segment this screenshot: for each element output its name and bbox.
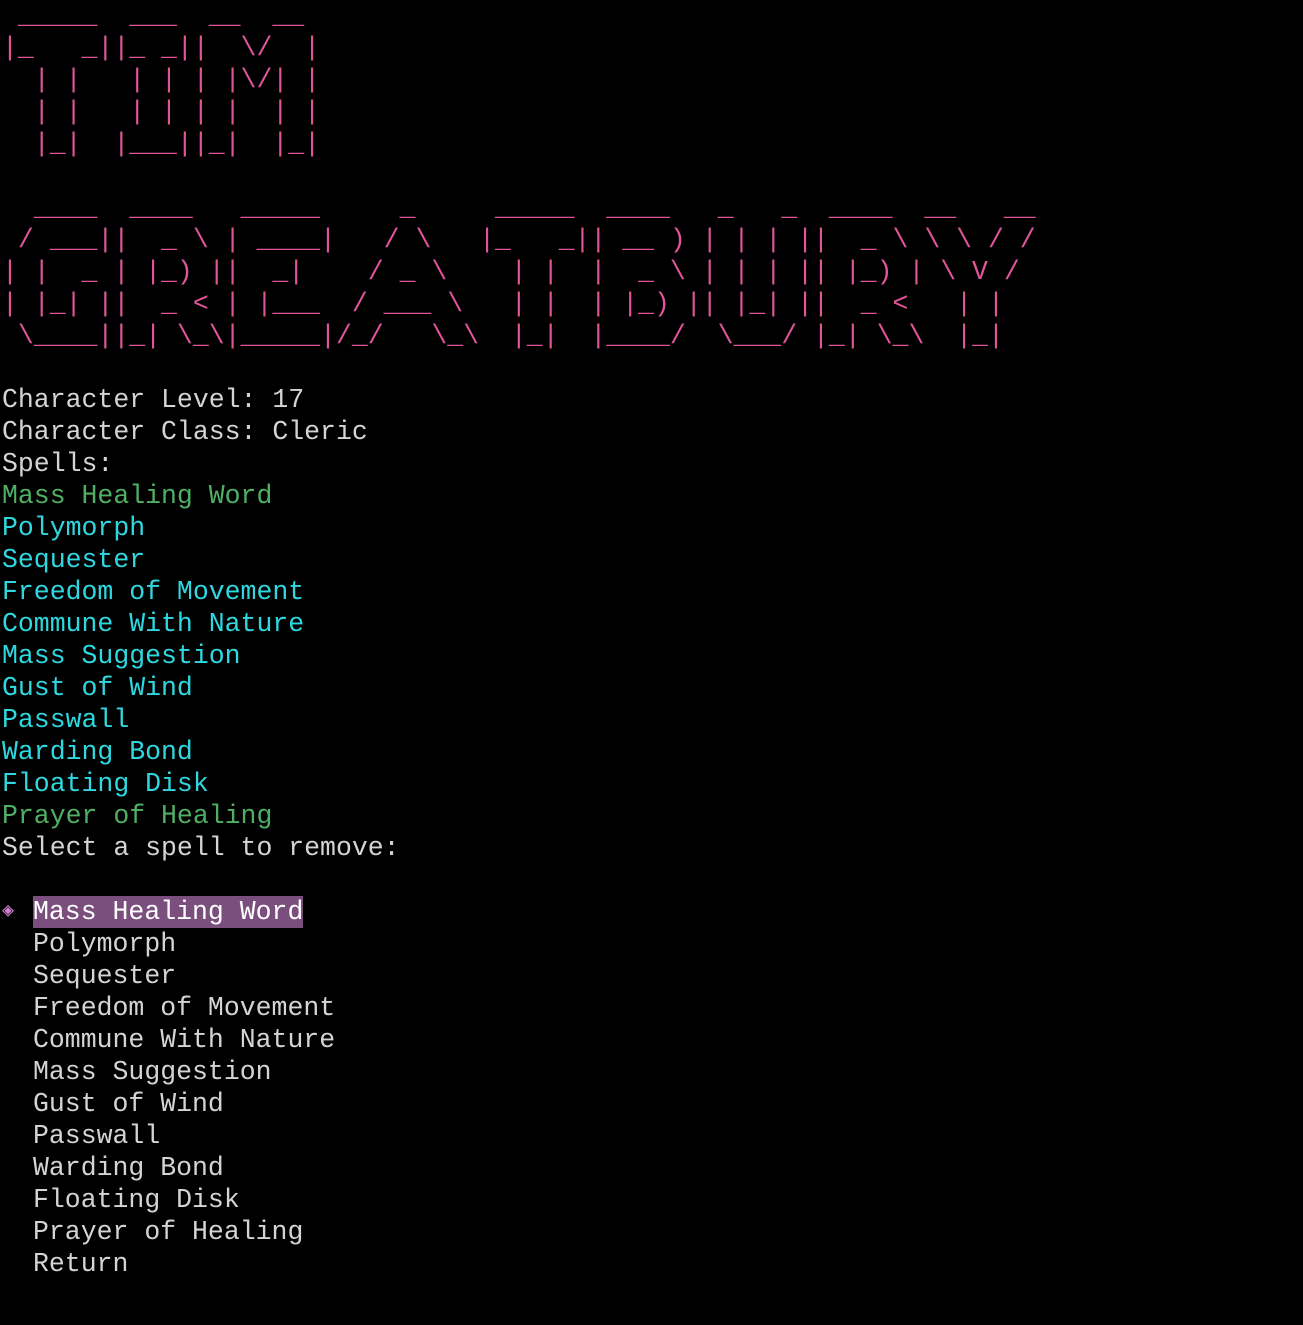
menu-option-label: Prayer of Healing [33, 1217, 304, 1247]
menu-option[interactable]: Commune With Nature [2, 1024, 1301, 1056]
spell-list-item: Warding Bond [2, 737, 193, 767]
remove-prompt: Select a spell to remove: [2, 833, 400, 863]
spell-list-item: Sequester [2, 545, 146, 575]
banner-line: ____ ____ _____ _ _____ ____ _ _ ____ __… [2, 193, 1036, 223]
menu-option[interactable]: Mass Suggestion [2, 1056, 1301, 1088]
banner-line: | | _ | |_) || _| / _ \ | | | _ \ | | | … [2, 257, 1020, 287]
banner-line: | |_| || _ < | |___ / ___ \ | | | |_) ||… [2, 289, 1004, 319]
menu-option[interactable]: Floating Disk [2, 1184, 1301, 1216]
menu-option[interactable]: ◈ Mass Healing Word [2, 896, 1301, 928]
menu-option[interactable]: Passwall [2, 1120, 1301, 1152]
menu-option[interactable]: Prayer of Healing [2, 1216, 1301, 1248]
menu-option-label: Return [33, 1249, 129, 1279]
menu-option[interactable]: Freedom of Movement [2, 992, 1301, 1024]
spell-list-item: Floating Disk [2, 769, 209, 799]
menu-option-label: Passwall [33, 1121, 161, 1151]
spell-list-item: Mass Suggestion [2, 641, 241, 671]
menu-option-label: Sequester [33, 961, 177, 991]
character-class: Character Class: Cleric [2, 417, 368, 447]
menu-option-label: Mass Suggestion [33, 1057, 272, 1087]
menu-option-label: Gust of Wind [33, 1089, 224, 1119]
banner-line: | | | | | |\/| | [2, 65, 321, 95]
menu-option[interactable]: Warding Bond [2, 1152, 1301, 1184]
banner-line: / ___|| _ \ | ____| / \ |_ _|| __ ) | | … [2, 225, 1036, 255]
menu-option-label: Floating Disk [33, 1185, 240, 1215]
menu-option[interactable]: Return [2, 1248, 1301, 1280]
menu-option[interactable]: Gust of Wind [2, 1088, 1301, 1120]
banner-line [2, 160, 1301, 192]
spell-list-item: Prayer of Healing [2, 801, 273, 831]
menu-option-label: Mass Healing Word [33, 896, 304, 928]
spell-list-item: Gust of Wind [2, 673, 193, 703]
menu-option[interactable]: Sequester [2, 960, 1301, 992]
name-banner: _____ ___ __ __ |_ _||_ _|| \/ | | | | | … [2, 0, 1301, 352]
menu-option-label: Polymorph [33, 929, 177, 959]
spell-list: Mass Healing Word Polymorph Sequester Freed… [2, 480, 1301, 832]
terminal-window: _____ ___ __ __ |_ _||_ _|| \/ | | | | | … [2, 0, 1301, 1280]
spell-list-item: Freedom of Movement [2, 577, 305, 607]
spells-header: Spells: [2, 449, 114, 479]
banner-line: |_ _||_ _|| \/ | [2, 33, 321, 63]
menu-option-label: Warding Bond [33, 1153, 224, 1183]
spell-list-item: Mass Healing Word [2, 481, 273, 511]
spell-list-item: Polymorph [2, 513, 146, 543]
character-level: Character Level: 17 [2, 385, 305, 415]
spell-list-item: Commune With Nature [2, 609, 305, 639]
spell-list-item: Passwall [2, 705, 130, 735]
banner-line: \____||_| \_\|_____|/_/ \_\ |_| |____/ \… [2, 321, 1004, 351]
menu-option-label: Commune With Nature [33, 1025, 336, 1055]
diamond-pointer-icon: ◈ [2, 900, 15, 923]
spell-select-menu: ◈ Mass Healing Word Polymorph Sequester Free… [2, 896, 1301, 1280]
banner-line: _____ ___ __ __ [2, 1, 305, 31]
banner-line: |_| |___||_| |_| [2, 129, 321, 159]
banner-line: | | | | | | | | [2, 97, 321, 127]
menu-option[interactable]: Polymorph [2, 928, 1301, 960]
menu-option-label: Freedom of Movement [33, 993, 336, 1023]
